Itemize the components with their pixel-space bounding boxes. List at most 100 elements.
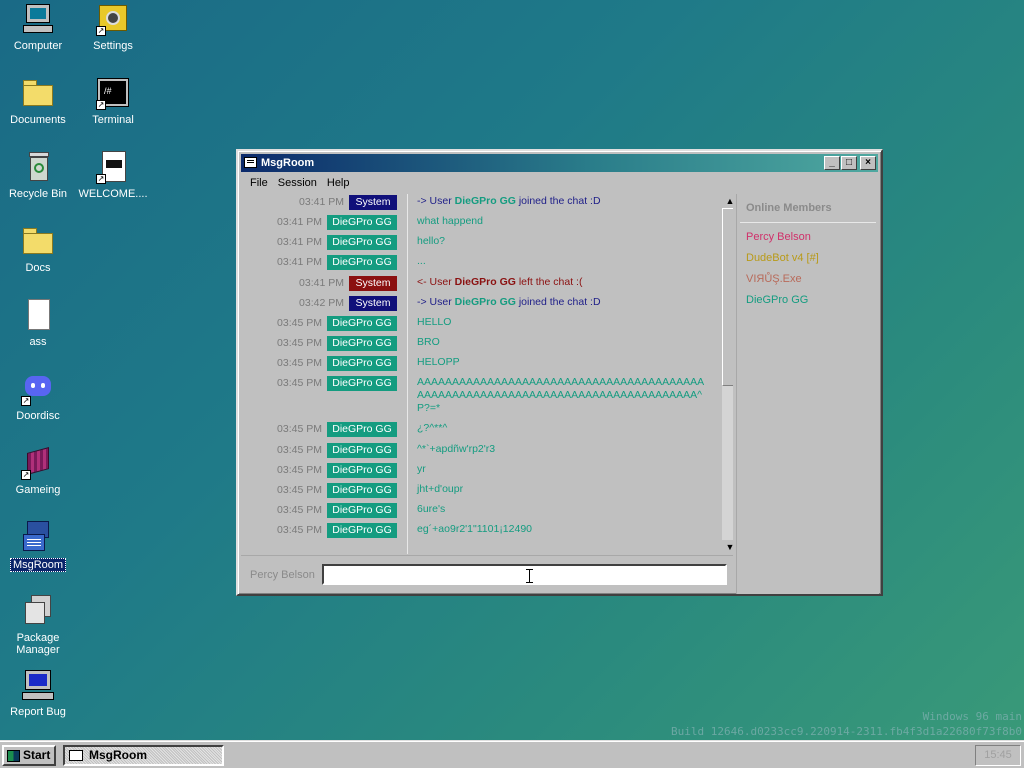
system-message-suffix: joined the chat :D bbox=[515, 296, 601, 308]
message-user-badge[interactable]: System bbox=[349, 276, 397, 291]
member-item[interactable]: Percy Belson bbox=[746, 231, 811, 243]
minimize-button[interactable]: _ bbox=[824, 156, 840, 170]
members-title: Online Members bbox=[746, 202, 832, 214]
message-user-badge[interactable]: DieGPro GG bbox=[327, 503, 397, 518]
scroll-thumb[interactable] bbox=[722, 208, 733, 386]
desktop-icon-label: Gameing bbox=[15, 484, 61, 496]
message-time: 03:41 PM bbox=[277, 236, 322, 248]
message-time: 03:41 PM bbox=[277, 216, 322, 228]
menu-help[interactable]: Help bbox=[322, 174, 355, 192]
desktop-icon-label: Package Manager bbox=[16, 632, 60, 656]
desktop-icon-gameing[interactable]: ↗ Gameing bbox=[1, 446, 75, 496]
desktop-icon-documents[interactable]: Documents bbox=[1, 76, 75, 126]
message-user-badge[interactable]: DieGPro GG bbox=[327, 483, 397, 498]
system-message-suffix: left the chat :( bbox=[515, 276, 583, 288]
menu-file[interactable]: File bbox=[245, 174, 273, 192]
folder-icon bbox=[21, 224, 55, 258]
start-label: Start bbox=[23, 748, 51, 762]
message-text: yr bbox=[417, 463, 426, 475]
message-user-badge[interactable]: DieGPro GG bbox=[327, 443, 397, 458]
desktop-icon-computer[interactable]: Computer bbox=[1, 2, 75, 52]
menubar: File Session Help bbox=[241, 174, 878, 192]
message-time: 03:45 PM bbox=[277, 504, 322, 516]
system-message-nick: DieGPro GG bbox=[454, 276, 516, 288]
message-user-badge[interactable]: DieGPro GG bbox=[327, 215, 397, 230]
message-user-badge[interactable]: DieGPro GG bbox=[327, 235, 397, 250]
desktop-icon-terminal[interactable]: /# ↗ Terminal bbox=[76, 76, 150, 126]
members-panel: Online Members Percy Belson DudeBot v4 [#… bbox=[736, 194, 879, 594]
system-message-nick: DieGPro GG bbox=[454, 195, 516, 207]
taskbar: Start MsgRoom 15:45 bbox=[0, 740, 1024, 768]
message-time: 03:41 PM bbox=[299, 196, 344, 208]
system-message-suffix: joined the chat :D bbox=[515, 195, 601, 207]
message-time: 03:45 PM bbox=[277, 423, 322, 435]
desktop-icon-label: Doordisc bbox=[16, 410, 60, 422]
desktop-icon-label: WELCOME.... bbox=[78, 188, 148, 200]
minimize-icon: _ bbox=[829, 157, 835, 168]
message-input[interactable] bbox=[322, 564, 727, 585]
system-message-prefix: <- User bbox=[417, 276, 455, 288]
desktop-icon-label: Computer bbox=[13, 40, 63, 52]
taskbar-msgroom-button[interactable]: MsgRoom bbox=[63, 745, 224, 766]
message-user-badge[interactable]: DieGPro GG bbox=[327, 255, 397, 270]
desktop-icon-docs[interactable]: Docs bbox=[1, 224, 75, 274]
close-button[interactable]: × bbox=[860, 156, 876, 170]
msgroom-icon bbox=[21, 520, 55, 554]
message-user-badge[interactable]: DieGPro GG bbox=[327, 336, 397, 351]
message-time: 03:42 PM bbox=[299, 297, 344, 309]
chat-divider bbox=[407, 194, 408, 554]
chat-icon bbox=[244, 157, 257, 168]
scroll-up-arrow[interactable]: ▲ bbox=[722, 194, 733, 208]
message-text: -> User DieGPro GG joined the chat :D bbox=[417, 195, 711, 208]
discord-icon: ↗ bbox=[21, 372, 55, 406]
desktop-icon-msgroom[interactable]: MsgRoom bbox=[1, 520, 75, 572]
system-message-prefix: -> User bbox=[417, 296, 455, 308]
desktop-icon-ass[interactable]: ass bbox=[1, 298, 75, 348]
message-time: 03:45 PM bbox=[277, 464, 322, 476]
message-user-badge[interactable]: DieGPro GG bbox=[327, 422, 397, 437]
scroll-down-arrow[interactable]: ▼ bbox=[722, 540, 733, 554]
message-user-badge[interactable]: DieGPro GG bbox=[327, 316, 397, 331]
message-user-badge[interactable]: DieGPro GG bbox=[327, 356, 397, 371]
message-time: 03:41 PM bbox=[299, 277, 344, 289]
desktop-icon-label: MsgRoom bbox=[9, 558, 67, 572]
member-item[interactable]: DieGPro GG bbox=[746, 294, 808, 306]
desktop-icon-label: Report Bug bbox=[10, 706, 66, 718]
msgroom-window: MsgRoom _ □ × File Session Help 03:41 PM… bbox=[236, 149, 883, 596]
desktop-icon-settings[interactable]: ↗ Settings bbox=[76, 2, 150, 52]
message-text: hello? bbox=[417, 235, 446, 247]
member-item[interactable]: VIЯŮŞ.Exe bbox=[746, 273, 802, 285]
message-user-badge[interactable]: System bbox=[349, 296, 397, 311]
desktop-icon-report-bug[interactable]: Report Bug bbox=[1, 668, 75, 718]
desktop-icon-label: Documents bbox=[10, 114, 66, 126]
member-item[interactable]: DudeBot v4 [#] bbox=[746, 252, 819, 264]
maximize-button[interactable]: □ bbox=[841, 156, 857, 170]
computer-icon bbox=[21, 2, 55, 36]
desktop-icon-welcome[interactable]: ↗ WELCOME.... bbox=[76, 150, 150, 200]
message-text: HELLO bbox=[417, 316, 452, 328]
message-text: 6ure's bbox=[417, 503, 446, 515]
message-time: 03:45 PM bbox=[277, 337, 322, 349]
menu-session[interactable]: Session bbox=[273, 174, 322, 192]
message-user-badge[interactable]: DieGPro GG bbox=[327, 463, 397, 478]
message-text: HELOPP bbox=[417, 356, 460, 368]
members-separator bbox=[740, 222, 876, 223]
desktop-icon-recycle-bin[interactable]: Recycle Bin bbox=[1, 150, 75, 200]
desktop-icon-doordisc[interactable]: ↗ Doordisc bbox=[1, 372, 75, 422]
start-button[interactable]: Start bbox=[2, 745, 56, 766]
message-time: 03:45 PM bbox=[277, 524, 322, 536]
message-user-badge[interactable]: System bbox=[349, 195, 397, 210]
window-titlebar[interactable]: MsgRoom _ □ × bbox=[241, 154, 878, 172]
chat-scrollbar[interactable]: ▲ ▼ bbox=[722, 194, 733, 554]
message-time: 03:45 PM bbox=[277, 317, 322, 329]
message-user-badge[interactable]: DieGPro GG bbox=[327, 523, 397, 538]
desktop-icon-package-manager[interactable]: Package Manager bbox=[1, 594, 75, 656]
chat-log[interactable]: 03:41 PM System -> User DieGPro GG joined … bbox=[241, 194, 733, 554]
input-username: Percy Belson bbox=[250, 569, 315, 581]
clock: 15:45 bbox=[975, 745, 1021, 766]
system-message-nick: DieGPro GG bbox=[454, 296, 516, 308]
message-user-badge[interactable]: DieGPro GG bbox=[327, 376, 397, 391]
message-text: ^*`+apdñw'rp2'r3 bbox=[417, 443, 496, 455]
settings-icon: ↗ bbox=[96, 2, 130, 36]
message-time: 03:45 PM bbox=[277, 444, 322, 456]
